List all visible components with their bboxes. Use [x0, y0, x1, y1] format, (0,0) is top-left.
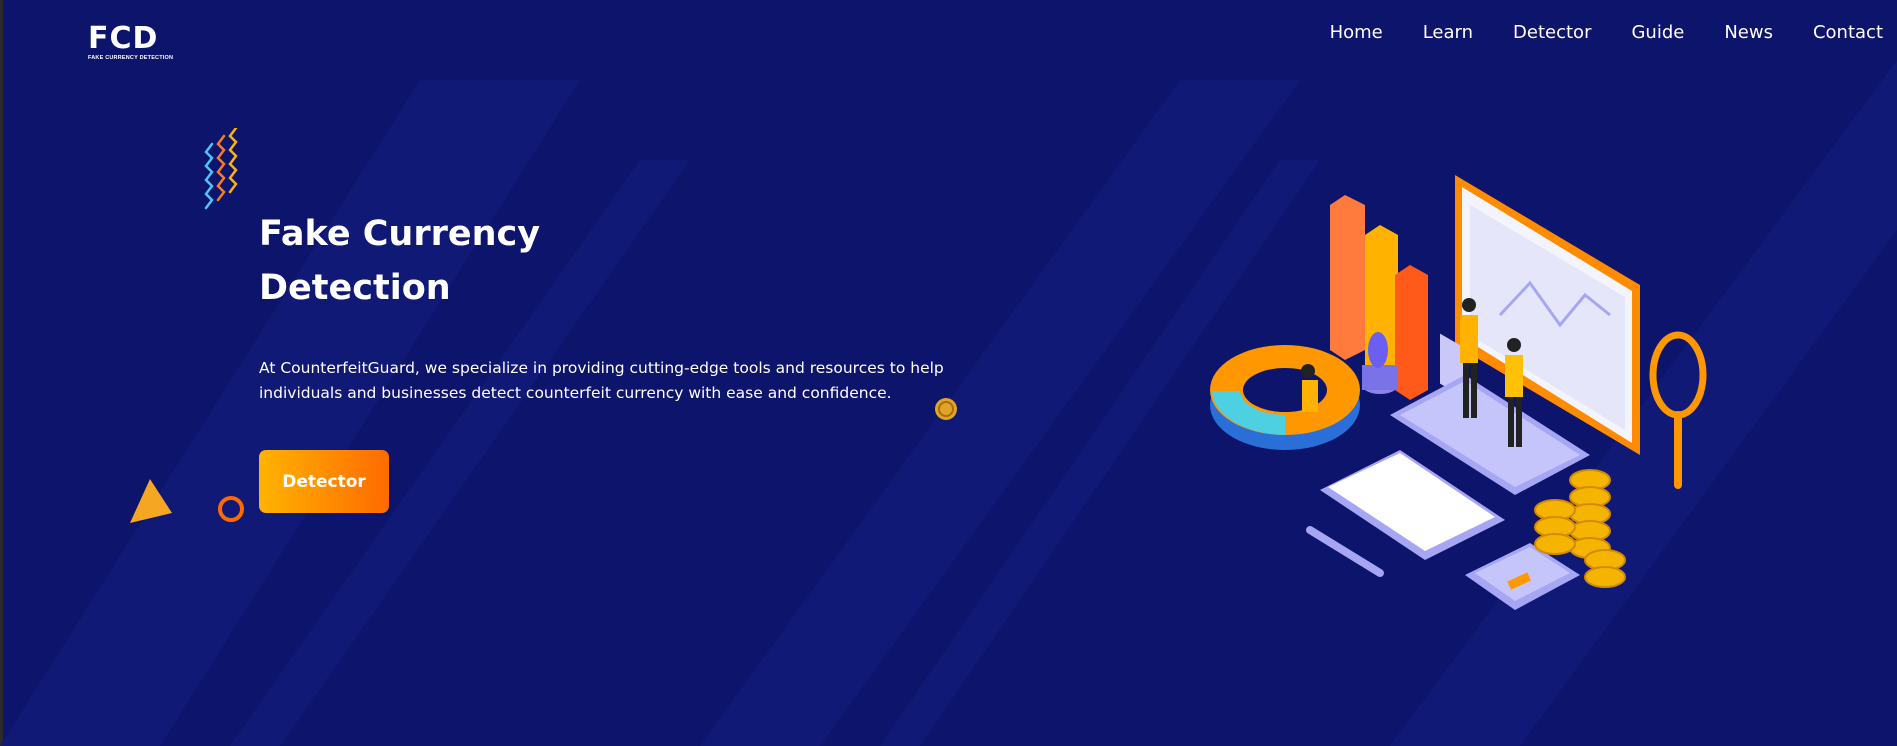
hero-description: At CounterfeitGuard, we specialize in pr…	[259, 359, 944, 402]
logo-text: FCD	[88, 21, 159, 56]
hero-title: Fake Currency Detection	[259, 207, 619, 315]
squiggle-icon	[204, 128, 238, 210]
nav-contact[interactable]: Contact	[1813, 22, 1883, 43]
logo-subtitle: FAKE CURRENCY DETECTION	[88, 55, 174, 61]
hero-title-line-1: Fake Currency	[259, 214, 541, 254]
hero-title-line-2: Detection	[259, 268, 451, 308]
main-nav: Home Learn Detector Guide News Contact	[1330, 22, 1883, 43]
nav-news[interactable]: News	[1724, 22, 1773, 43]
detector-button[interactable]: Detector	[259, 450, 389, 513]
ring-icon	[218, 496, 244, 522]
nav-detector[interactable]: Detector	[1513, 22, 1591, 43]
triangle-icon	[130, 479, 172, 523]
hero-illustration	[1210, 175, 1707, 610]
coin-icon	[935, 398, 957, 420]
logo[interactable]: FCD FAKE CURRENCY DETECTION	[88, 21, 174, 64]
nav-home[interactable]: Home	[1330, 22, 1383, 43]
nav-guide[interactable]: Guide	[1631, 22, 1684, 43]
nav-learn[interactable]: Learn	[1423, 22, 1473, 43]
